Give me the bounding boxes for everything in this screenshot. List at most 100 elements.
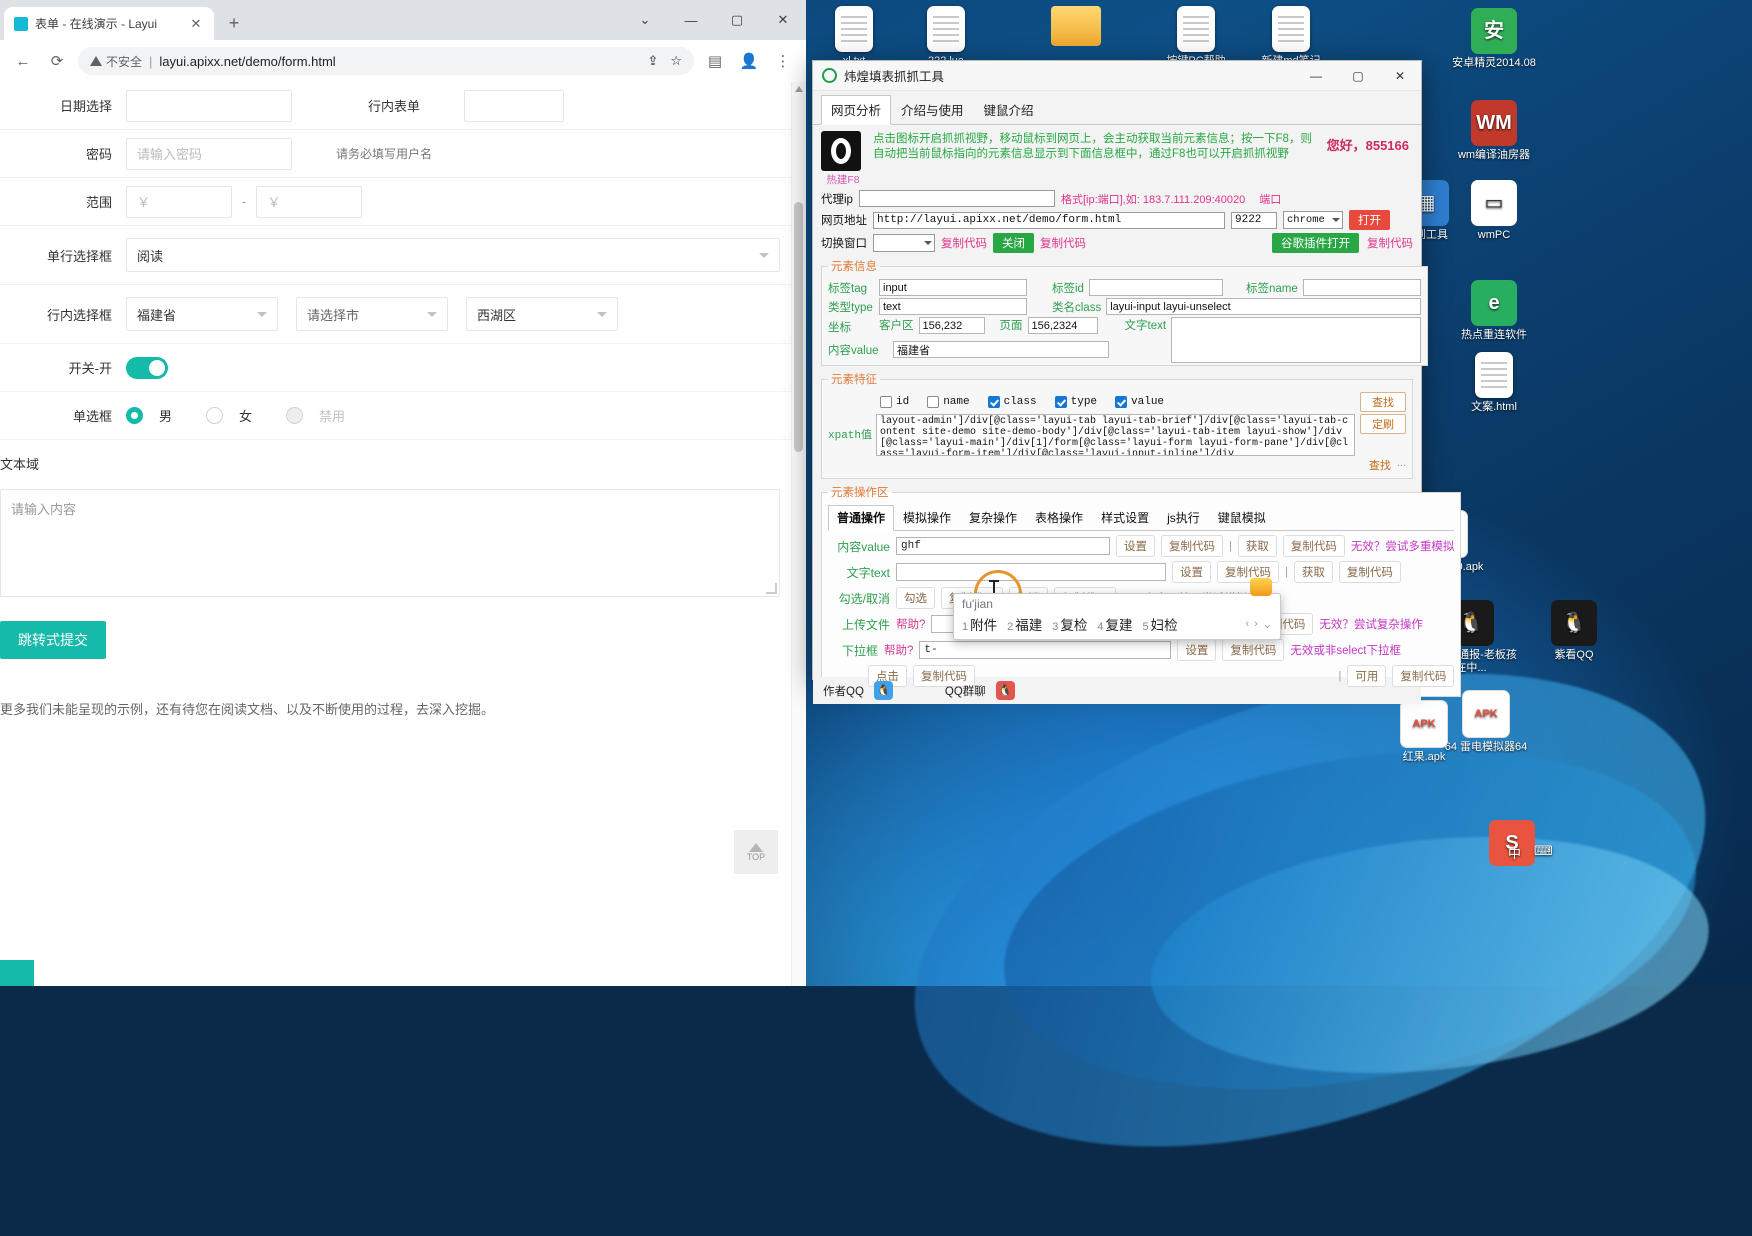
submit-button[interactable]: 跳转式提交 [0,621,106,659]
proxy-input[interactable] [858,190,1055,207]
desktop-icon-wmpc[interactable]: ▭ wmPC [1448,180,1540,242]
maximize-button[interactable]: ▢ [714,0,760,40]
browser-select[interactable]: chrome [1283,211,1343,229]
reload-icon[interactable]: ⟳ [44,48,70,74]
value-input[interactable]: 福建省 [893,341,1109,358]
checkbox-name[interactable]: name [927,396,970,408]
bookmark-star-icon[interactable]: ☆ [670,53,682,69]
port-input[interactable]: 9222 [1231,211,1277,229]
ime-next-page-icon[interactable]: › [1254,618,1258,631]
optab-complex[interactable]: 复杂操作 [960,505,1026,530]
tab-intro-usage[interactable]: 介绍与使用 [891,95,974,124]
switch-copy-code-3[interactable]: 复制代码 [1367,235,1413,251]
op-value-input[interactable]: ghf [896,537,1110,555]
ime-prev-page-icon[interactable]: ‹ [1245,618,1249,631]
desktop-icon-hgapk[interactable]: APK 红果.apk [1378,700,1470,764]
switch-close-button[interactable]: 关闭 [993,233,1034,253]
name-input[interactable] [1302,279,1421,296]
district-select[interactable]: 西湖区 [466,297,618,331]
id-input[interactable] [1088,279,1223,296]
close-window-button[interactable]: ✕ [760,0,806,40]
city-select[interactable]: 请选择市 [296,297,448,331]
op-upload-warn[interactable]: 无效？尝试复杂操作 [1319,616,1423,632]
ime-candidate-3[interactable]: 3 复检 [1052,614,1087,634]
share-icon[interactable]: ⇪ [647,53,658,69]
open-url-button[interactable]: 打开 [1349,210,1390,230]
close-tab-icon[interactable]: ✕ [188,16,204,32]
toggle-switch[interactable] [126,356,168,379]
op-text-copy-2[interactable]: 复制代码 [1338,561,1401,583]
address-bar[interactable]: 不安全 | layui.apixx.net/demo/form.html ⇪ ☆ [78,47,694,75]
desktop-icon-xltxt[interactable]: xl.txt [808,6,900,68]
back-to-top-button[interactable]: TOP [734,830,778,874]
op-upload-help[interactable]: 帮助? [896,616,925,632]
find-small-link[interactable]: 查找 [1369,457,1391,473]
ime-candidate-4[interactable]: 4 复建 [1097,614,1132,634]
tray-ime-indicator[interactable]: 中 [1508,843,1521,862]
op-text-set[interactable]: 设置 [1172,561,1211,583]
radio-female[interactable] [206,407,224,424]
back-icon[interactable]: ← [10,48,36,74]
page-scrollbar[interactable] [791,82,806,986]
more-link[interactable]: ... [1397,457,1406,473]
tab-webpage-analysis[interactable]: 网页分析 [821,95,892,125]
tray-keyboard-icon[interactable]: ⌨ [1534,843,1553,859]
op-value-warn[interactable]: 无效？尝试多重模拟 [1351,538,1455,554]
find-button[interactable]: 查找 [1360,392,1406,412]
optab-table[interactable]: 表格操作 [1026,505,1092,530]
password-input[interactable]: 请输入密码 [126,137,292,170]
minimize-button[interactable]: — [668,0,714,40]
capture-eye-icon[interactable] [821,131,861,171]
checkbox-value[interactable]: value [1115,396,1164,408]
desktop-icon-aj2014[interactable]: 安安卓精灵2014.08 [1448,8,1540,70]
range-max-input[interactable]: ￥ [256,185,363,218]
url-input[interactable]: http://layui.apixx.net/demo/form.html [873,211,1225,229]
tool-maximize-button[interactable]: ▢ [1337,61,1379,90]
desktop-icon-greenapp[interactable]: e 热点重连软件 [1448,280,1540,342]
optab-simulate[interactable]: 模拟操作 [894,505,960,530]
browser-menu-icon[interactable]: ⋮ [770,48,796,74]
type-input[interactable]: text [879,298,1027,315]
switch-copy-code-1[interactable]: 复制代码 [941,235,987,251]
browser-tab[interactable]: 表单 - 在线演示 - Layui ✕ [4,7,214,40]
tool-minimize-button[interactable]: — [1295,61,1337,90]
desktop-icon-lua222[interactable]: 222.lua [900,6,992,68]
checkbox-id[interactable]: id [880,396,909,408]
qq-group-icon[interactable]: 🐧 [995,681,1015,700]
op-text-get[interactable]: 获取 [1293,561,1333,583]
tool-titlebar[interactable]: 炜煌填表抓抓工具 — ▢ ✕ [813,61,1421,91]
checkbox-class[interactable]: class [987,396,1037,408]
radio-male[interactable] [126,407,143,424]
xpath-value[interactable]: layout-admin']/div[@class='layui-tab lay… [876,414,1355,456]
scroll-up-icon[interactable] [795,86,803,92]
op-dropdown-input[interactable]: t- [919,641,1172,659]
class-input[interactable]: layui-input layui-unselect [1106,298,1421,315]
range-min-input[interactable]: ￥ [126,185,232,218]
desktop-icon-qq[interactable]: 🐧 紫看QQ [1528,600,1620,662]
op-dropdown-help[interactable]: 帮助? [884,642,913,658]
desktop-icon-pcbang[interactable]: 按键PC帮助 [1150,6,1242,68]
author-qq-icon[interactable]: 🐧 [873,681,893,700]
page-coord-input[interactable]: 156,2324 [1027,317,1098,334]
op-value-copy-1[interactable]: 复制代码 [1161,535,1223,557]
optab-normal[interactable]: 普通操作 [828,505,895,531]
inline-form-input[interactable] [464,89,565,122]
optab-style[interactable]: 样式设置 [1092,505,1158,530]
switch-copy-code-2[interactable]: 复制代码 [1040,235,1086,251]
plugin-open-button[interactable]: 谷歌插件打开 [1272,233,1359,253]
optab-keymouse[interactable]: 键鼠模拟 [1209,505,1275,530]
capture-logo-block[interactable]: 热建F8 [821,131,865,187]
tool-close-button[interactable]: ✕ [1379,61,1421,90]
ime-expand-icon[interactable]: ⌄ [1263,618,1272,631]
window-select[interactable] [873,234,935,252]
desktop-icon-newmd[interactable]: 新建md笔记 [1245,6,1337,68]
op-value-set[interactable]: 设置 [1116,535,1155,557]
ime-candidate-1[interactable]: 1 附件 [962,614,997,634]
op-value-get[interactable]: 获取 [1237,535,1277,557]
op-dropdown-warn[interactable]: 无效或非select下拉框 [1290,642,1401,658]
op-text-input[interactable] [896,563,1166,581]
checkbox-type[interactable]: type [1054,396,1097,408]
new-tab-button[interactable]: + [220,9,248,37]
tag-input[interactable]: input [879,279,1027,296]
side-panel-icon[interactable]: ▤ [702,48,728,74]
